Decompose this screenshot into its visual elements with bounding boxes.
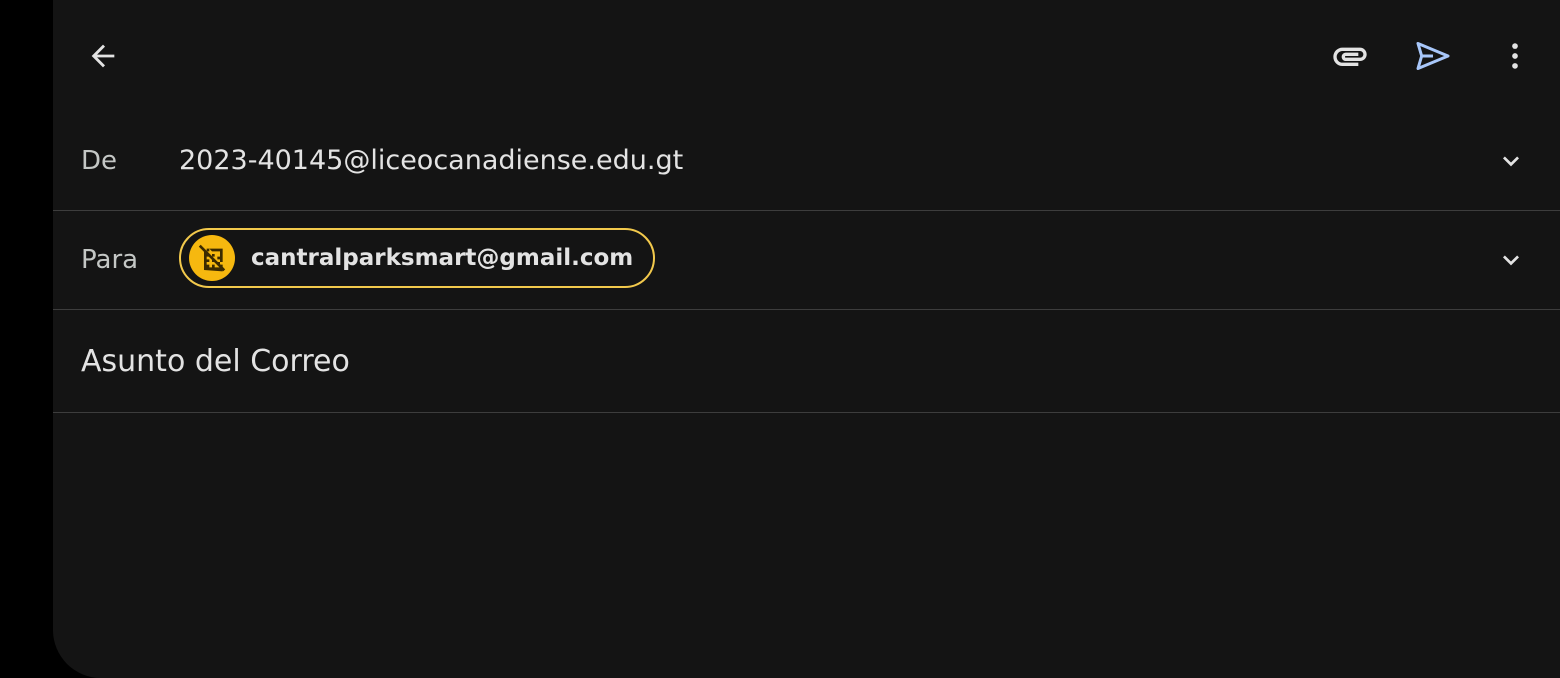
- more-options-button[interactable]: [1487, 28, 1543, 84]
- compose-screen: De 2023-40145@liceocanadiense.edu.gt Par…: [53, 0, 1560, 678]
- body-input[interactable]: [81, 438, 1521, 638]
- subject-input[interactable]: [81, 340, 1481, 382]
- from-address[interactable]: 2023-40145@liceocanadiense.edu.gt: [179, 144, 683, 178]
- chevron-down-icon: [1503, 156, 1519, 167]
- chevron-down-icon: [1503, 255, 1519, 266]
- to-row: Para cantralparksmart@gmail.com: [53, 211, 1560, 310]
- to-expand-button[interactable]: [1491, 240, 1531, 280]
- body-area: [53, 414, 1560, 678]
- subject-row: [53, 310, 1560, 413]
- arrow-left-icon: [91, 44, 115, 68]
- send-button[interactable]: [1405, 28, 1461, 84]
- compose-toolbar: [53, 0, 1560, 112]
- recipient-avatar: [189, 235, 235, 281]
- paperclip-icon: [1333, 47, 1367, 66]
- domain-disabled-icon: [198, 244, 226, 272]
- send-icon: [1416, 42, 1450, 70]
- attach-button[interactable]: [1322, 28, 1378, 84]
- to-label: Para: [81, 245, 139, 275]
- recipient-chip[interactable]: cantralparksmart@gmail.com: [179, 228, 656, 288]
- back-button[interactable]: [75, 28, 131, 84]
- from-expand-button[interactable]: [1491, 141, 1531, 181]
- from-row: De 2023-40145@liceocanadiense.edu.gt: [53, 112, 1560, 211]
- more-vertical-icon: [1512, 43, 1518, 69]
- from-label: De: [81, 146, 118, 176]
- recipient-email: cantralparksmart@gmail.com: [251, 245, 634, 271]
